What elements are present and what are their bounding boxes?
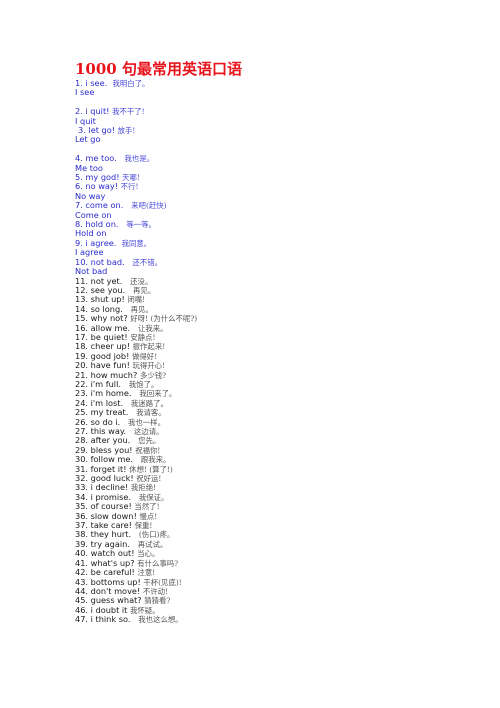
phrase-zh: 玩得开心! — [132, 361, 166, 371]
document-page: 1000 句最常用英语口语 1. i see. 我明白了。 I see 2. i… — [75, 61, 435, 625]
phrase-zh: 慢点! — [139, 511, 158, 521]
phrase-zh: 不许动! — [142, 586, 168, 596]
phrase-line: 2. i quit! 我不干了! — [75, 106, 435, 117]
phrase-gloss: I quit — [75, 115, 96, 126]
phrase-zh: 我不干了! — [112, 107, 145, 117]
phrase-zh: 还不错。 — [132, 257, 163, 267]
phrase-gloss: Let go — [75, 134, 101, 145]
phrase-zh: 我请客。 — [136, 408, 166, 418]
phrase-zh: 让我来。 — [137, 323, 168, 333]
phrase-zh: 再见。 — [133, 285, 156, 295]
phrase-line: 47. i think so. 我也这么想。 — [75, 614, 435, 625]
phrase-en: 7. come on. — [75, 200, 124, 211]
phrase-zh: 我也是。 — [124, 154, 155, 164]
phrase-zh: 放手! — [117, 126, 136, 136]
phrase-line: 7. come on. 来吧(赶快) — [75, 200, 435, 211]
phrase-zh: (伤口)疼。 — [138, 530, 175, 540]
phrase-zh: 闭嘴! — [127, 295, 146, 305]
phrase-zh: 这边请。 — [133, 427, 164, 436]
phrase-zh: 来吧(赶快) — [131, 201, 167, 211]
phrase-zh: 当然了! — [134, 502, 160, 512]
phrase-line: 3. let go! 放手! — [75, 125, 435, 136]
phrase-line: 30. follow me. 跟我来。 — [75, 455, 435, 465]
phrase-line: 6. no way! 不行! — [75, 181, 435, 192]
phrase-gloss: I see — [75, 87, 95, 98]
phrase-zh: 再试试。 — [137, 539, 168, 549]
phrase-line: 10. not bad. 还不错。 — [75, 257, 435, 267]
phrase-zh: 我保证。 — [138, 492, 169, 502]
phrase-zh: 我也这么想。 — [138, 615, 183, 625]
phrase-zh: 干杯(见底)! — [143, 577, 182, 587]
phrase-zh: 我明白了。 — [112, 79, 150, 88]
phrase-zh: 跟我来。 — [140, 455, 171, 465]
phrase-line: 4. me too. 我也是。 — [75, 153, 435, 164]
phrase-zh: 多少钱? — [139, 370, 167, 380]
phrase-en: 47. i think so. — [75, 614, 131, 625]
phrase-zh: 祝好运! — [136, 474, 162, 484]
phrase-zh: 猜猜看? — [144, 596, 171, 606]
phrase-zh: 好呀! (为什么不呢?) — [130, 314, 198, 324]
phrase-zh: 安静点! — [130, 332, 156, 342]
phrase-en: 4. me too. — [75, 153, 117, 164]
phrase-zh: 我迷路了。 — [130, 398, 168, 408]
phrase-zh: 再见。 — [130, 304, 153, 314]
phrase-list: 11. not yet. 还没。 12. see you. 再见。 13. shut… — [75, 276, 435, 625]
phrase-gloss: Come on — [75, 209, 112, 220]
phrase-line: 1. i see. 我明白了。 — [75, 78, 435, 88]
phrase-line: 12. see you. 再见。 — [75, 285, 435, 295]
phrase-zh: 做得好! — [132, 351, 158, 361]
phrase-gloss: Me too — [75, 162, 103, 173]
phrase-en: 2. i quit! — [75, 106, 110, 117]
phrase-en: 6. no way! — [75, 181, 119, 192]
document-title: 1000 句最常用英语口语 — [75, 60, 242, 78]
phrase-zh: 我回来了。 — [139, 389, 177, 399]
phrase-zh: 不行! — [120, 182, 139, 192]
phrase-gloss: Hold on — [75, 228, 107, 239]
phrase-line: 25. my treat. 我请客。 — [75, 407, 435, 418]
phrase-zh: 天哪! — [122, 173, 140, 183]
phrase-zh: 等一等。 — [126, 220, 156, 230]
phrase-zh: 还没。 — [130, 276, 153, 286]
phrase-zh: 我同意。 — [121, 238, 152, 248]
phrase-line: 21. how much? 多少钱? — [75, 370, 435, 380]
phrase-zh: 您先。 — [138, 436, 161, 446]
phrase-line: 8. hold on. 等一等。 — [75, 219, 435, 230]
phrase-zh: 当心。 — [137, 549, 160, 559]
phrase-zh: 有什么事吗? — [137, 558, 179, 568]
phrase-zh: 振作起来! — [132, 342, 166, 352]
phrase-line: 9. i agree. 我同意。 — [75, 238, 435, 248]
